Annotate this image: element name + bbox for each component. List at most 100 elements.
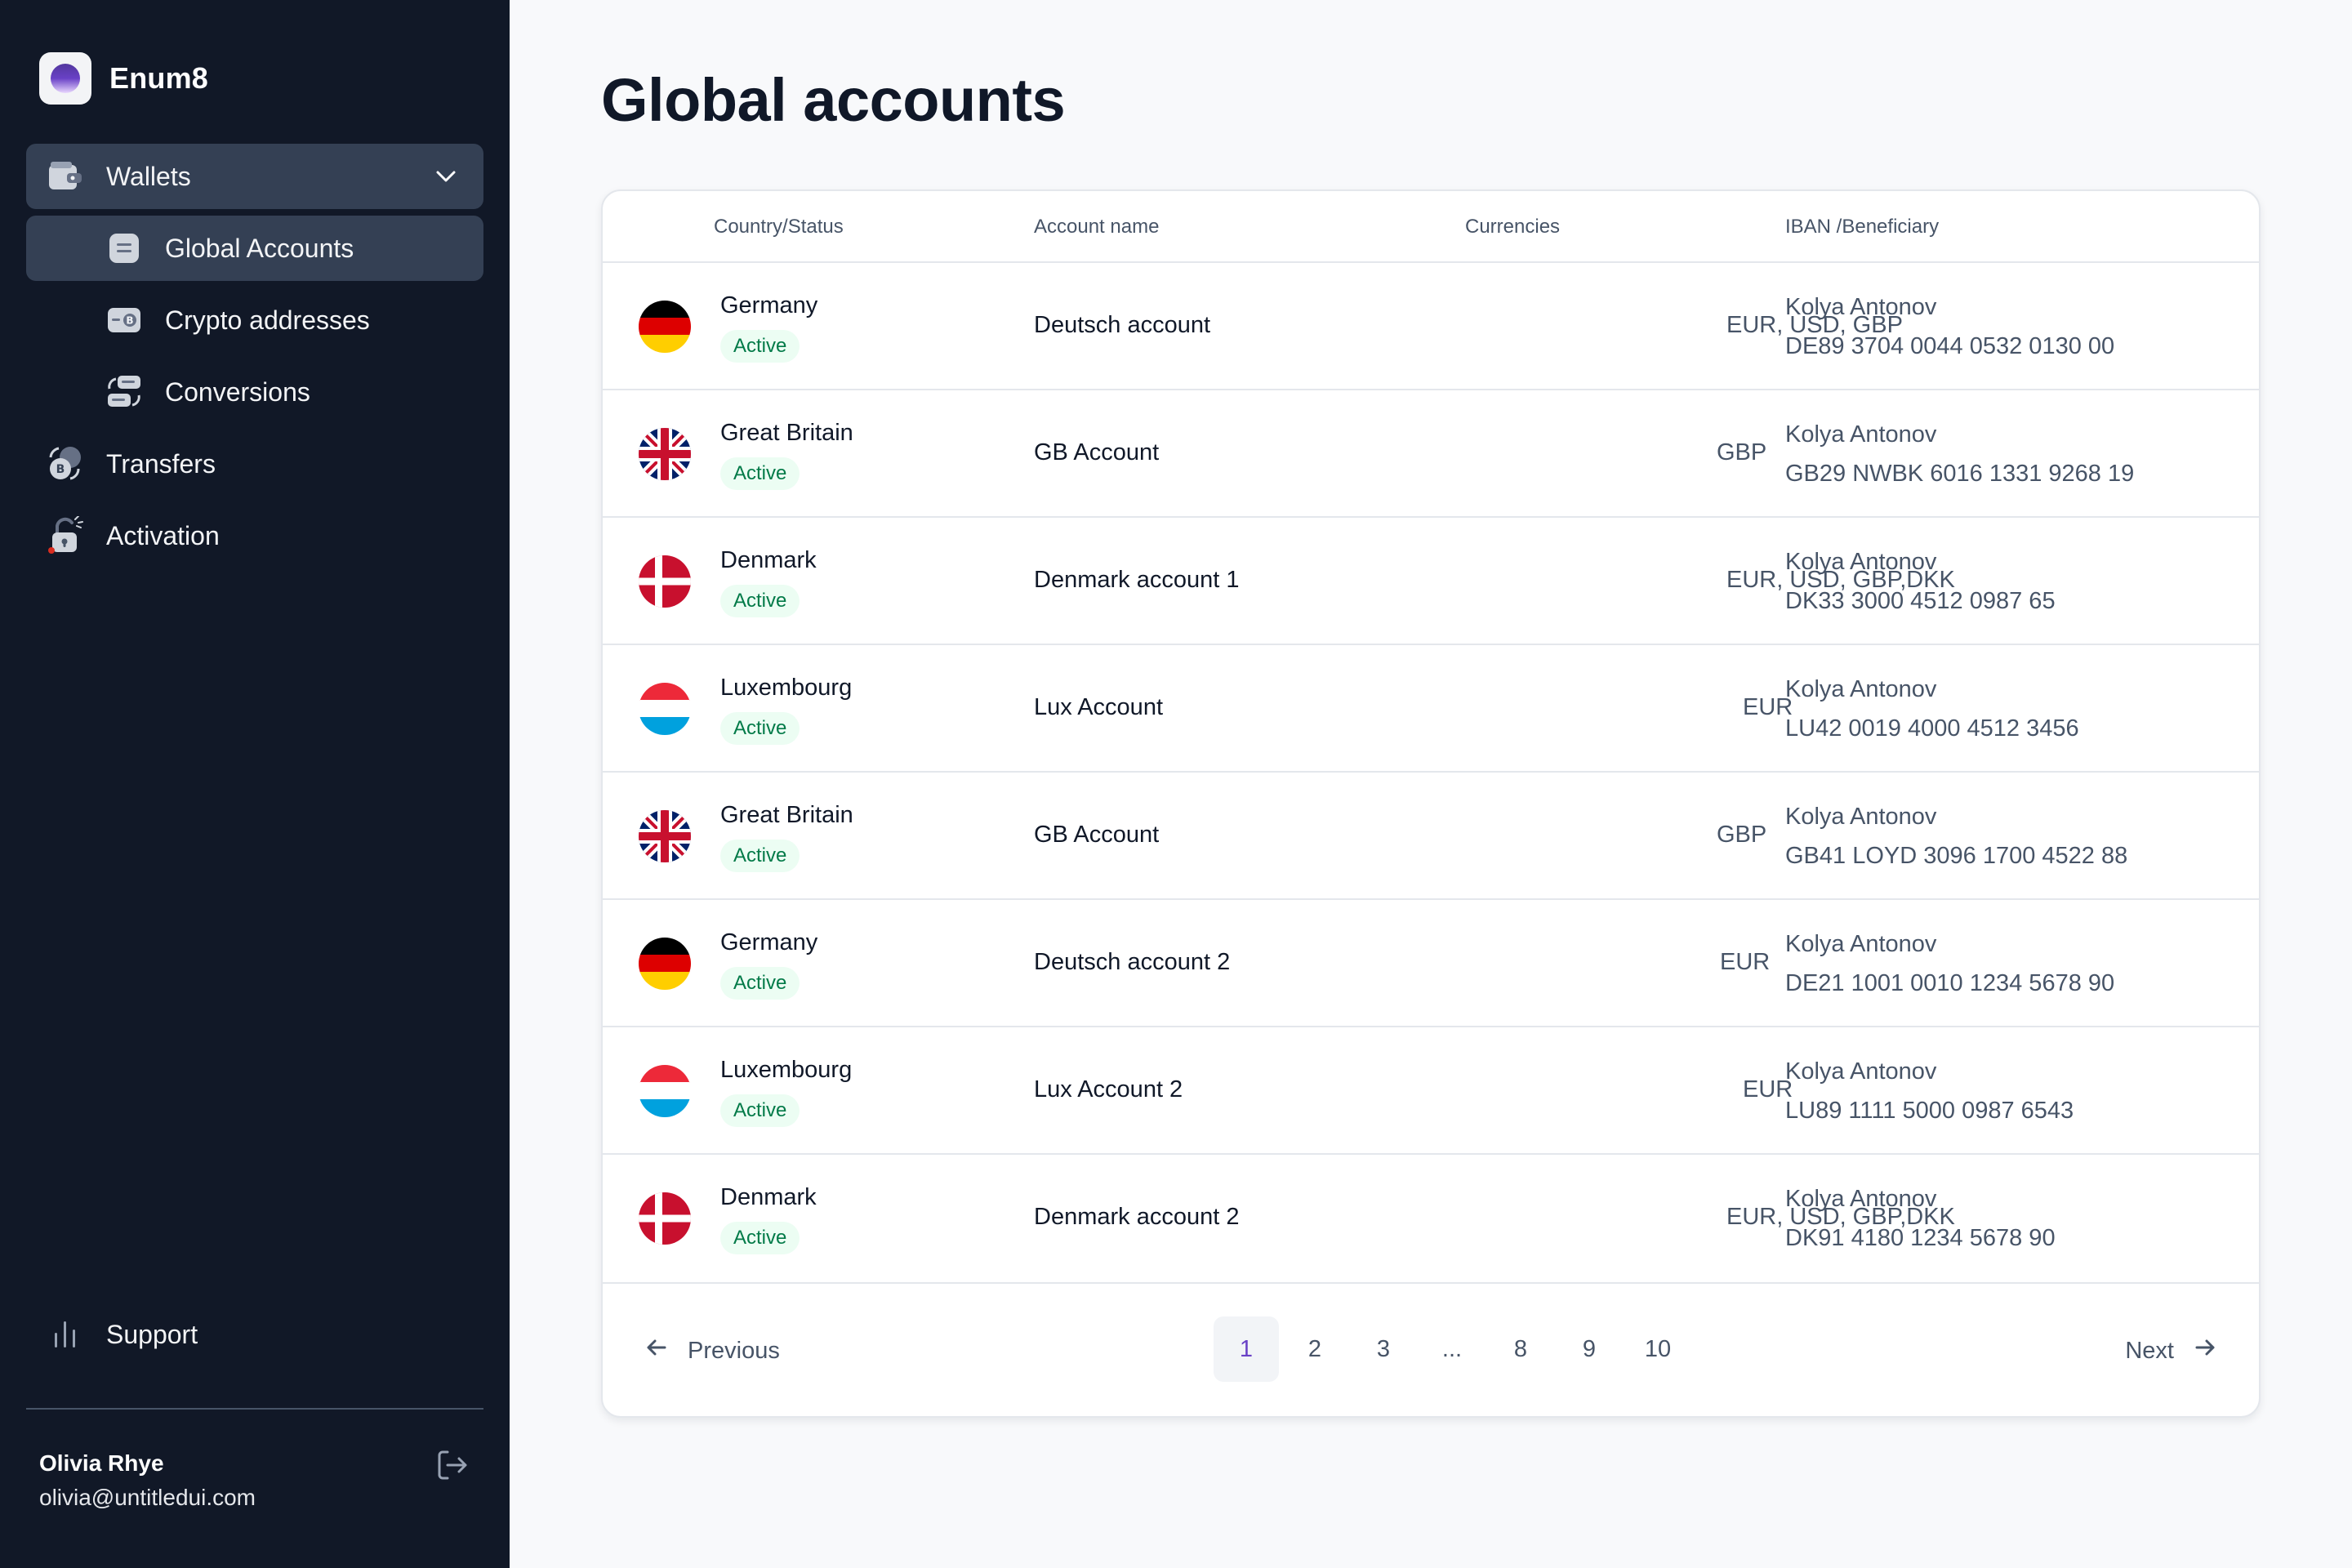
sidebar-item-global-accounts[interactable]: Global Accounts: [26, 216, 483, 281]
uk-flag-icon: [639, 810, 691, 862]
app-name: Enum8: [109, 61, 209, 95]
sidebar-item-transfers[interactable]: B Transfers: [26, 431, 483, 497]
crypto-card-icon: B: [105, 301, 144, 340]
sidebar-item-label: Wallets: [106, 161, 191, 191]
luxembourg-flag-icon: [639, 683, 691, 735]
table-row[interactable]: Germany Active Deutsch account 2 EUR Kolya A…: [603, 900, 2259, 1027]
status-badge: Active: [720, 1094, 800, 1127]
accounts-table: Country/Status Account name Currencies I…: [601, 189, 2261, 1418]
sidebar-item-conversions[interactable]: Conversions: [26, 359, 483, 425]
svg-text:B: B: [126, 315, 133, 327]
beneficiary-name: Kolya Antonov: [1785, 931, 1937, 957]
page-10-button[interactable]: 10: [1625, 1316, 1690, 1382]
account-name[interactable]: GB Account: [1034, 439, 1159, 466]
iban: GB29 NWBK 6016 1331 9268 19: [1785, 461, 2135, 487]
germany-flag-icon: [639, 301, 691, 353]
page-title: Global accounts: [601, 66, 1066, 134]
iban: GB41 LOYD 3096 1700 4522 88: [1785, 843, 2128, 869]
beneficiary-name: Kolya Antonov: [1785, 294, 1937, 320]
sidebar-item-wallets[interactable]: Wallets: [26, 144, 483, 209]
status-badge: Active: [720, 840, 800, 872]
sidebar-item-support[interactable]: Support: [26, 1302, 483, 1367]
lock-icon: [46, 516, 85, 555]
table-row[interactable]: Luxembourg Active Lux Account EUR Kolya Anto…: [603, 645, 2259, 773]
pagination: Previous 1 2 3... 8 9 10 Next: [603, 1282, 2259, 1416]
arrow-right-icon: [2190, 1333, 2220, 1369]
page-ellipsis: ...: [1441, 1335, 1463, 1362]
country-name: Great Britain: [720, 420, 853, 446]
status-badge: Active: [720, 967, 800, 1000]
country-name: Great Britain: [720, 802, 853, 828]
iban: DK91 4180 1234 5678 90: [1785, 1225, 2056, 1251]
iban: DE21 1001 0010 1234 5678 90: [1785, 970, 2115, 996]
wallet-icon: [46, 157, 85, 196]
account-name[interactable]: Deutsch account 2: [1034, 949, 1230, 976]
country-name: Luxembourg: [720, 675, 853, 701]
sidebar-item-crypto-addresses[interactable]: B Crypto addresses: [26, 287, 483, 353]
denmark-flag-icon: [639, 1192, 691, 1245]
logout-icon[interactable]: [434, 1447, 470, 1487]
table-row[interactable]: Germany Active Deutsch account EUR, USD, GB…: [603, 263, 2259, 390]
chevron-down-icon[interactable]: [431, 162, 461, 198]
beneficiary-name: Kolya Antonov: [1785, 421, 1937, 448]
iban: DK33 3000 4512 0987 65: [1785, 588, 2056, 614]
next-page-button[interactable]: Next: [2125, 1333, 2220, 1369]
sidebar: Enum8 Wallets Global Accounts B Crypto a…: [0, 0, 510, 1568]
page-9-button[interactable]: 9: [1557, 1316, 1622, 1382]
table-row[interactable]: Denmark Active Denmark account 2 EUR, USD, …: [603, 1155, 2259, 1282]
table-row[interactable]: Great Britain Active GB Account GBP Kolya An…: [603, 390, 2259, 518]
column-header-country-status[interactable]: Country/Status: [714, 216, 844, 238]
country-name: Denmark: [720, 547, 817, 573]
table-row[interactable]: Denmark Active Denmark account 1 EUR, USD, …: [603, 518, 2259, 645]
sidebar-item-label: Conversions: [165, 376, 310, 407]
status-badge: Active: [720, 585, 800, 617]
bar-chart-icon: [46, 1315, 85, 1354]
column-header-iban-beneficiary[interactable]: IBAN /Beneficiary: [1785, 216, 1939, 238]
account-name[interactable]: Deutsch account: [1034, 312, 1210, 339]
coins-icon: B: [46, 444, 85, 483]
status-badge: Active: [720, 712, 800, 745]
currencies: GBP: [1717, 822, 1767, 848]
luxembourg-flag-icon: [639, 1065, 691, 1117]
account-name[interactable]: Denmark account 1: [1034, 567, 1239, 594]
column-header-currencies[interactable]: Currencies: [1465, 216, 1560, 238]
table-header: Country/Status Account name Currencies I…: [603, 191, 2259, 263]
iban: DE89 3704 0044 0532 0130 00: [1785, 333, 2115, 359]
page-3-button[interactable]: 3: [1351, 1316, 1416, 1382]
status-badge: Active: [720, 330, 800, 363]
uk-flag-icon: [639, 428, 691, 480]
sidebar-item-label: Crypto addresses: [165, 305, 370, 335]
previous-page-button[interactable]: Previous: [642, 1333, 780, 1369]
currencies: GBP: [1717, 439, 1767, 466]
card-icon: [105, 229, 144, 268]
table-row[interactable]: Great Britain Active GB Account GBP Kolya An…: [603, 773, 2259, 900]
beneficiary-name: Kolya Antonov: [1785, 1058, 1937, 1085]
page-1-button[interactable]: 1: [1214, 1316, 1279, 1382]
svg-text:B: B: [56, 463, 65, 476]
column-header-account-name[interactable]: Account name: [1034, 216, 1159, 238]
user-name: Olivia Rhye: [39, 1450, 164, 1476]
denmark-flag-icon: [639, 555, 691, 608]
previous-label: Previous: [688, 1337, 780, 1364]
iban: LU42 0019 4000 4512 3456: [1785, 715, 2079, 742]
enum8-logo-icon: [39, 52, 91, 105]
germany-flag-icon: [639, 938, 691, 990]
brand[interactable]: Enum8: [39, 52, 208, 105]
conversion-icon: [105, 372, 144, 412]
page-8-button[interactable]: 8: [1488, 1316, 1553, 1382]
account-name[interactable]: GB Account: [1034, 822, 1159, 849]
sidebar-item-activation[interactable]: Activation: [26, 503, 483, 568]
status-badge: Active: [720, 457, 800, 490]
table-row[interactable]: Luxembourg Active Lux Account 2 EUR Kolya An…: [603, 1027, 2259, 1155]
account-name[interactable]: Lux Account 2: [1034, 1076, 1183, 1103]
arrow-left-icon: [642, 1333, 671, 1369]
account-name[interactable]: Lux Account: [1034, 694, 1163, 721]
country-name: Luxembourg: [720, 1057, 853, 1083]
page-2-button[interactable]: 2: [1282, 1316, 1348, 1382]
country-name: Germany: [720, 292, 818, 318]
sidebar-item-label: Activation: [106, 520, 220, 550]
beneficiary-name: Kolya Antonov: [1785, 804, 1937, 830]
account-name[interactable]: Denmark account 2: [1034, 1204, 1239, 1231]
user-email: olivia@untitledui.com: [39, 1485, 256, 1510]
next-label: Next: [2125, 1337, 2174, 1364]
